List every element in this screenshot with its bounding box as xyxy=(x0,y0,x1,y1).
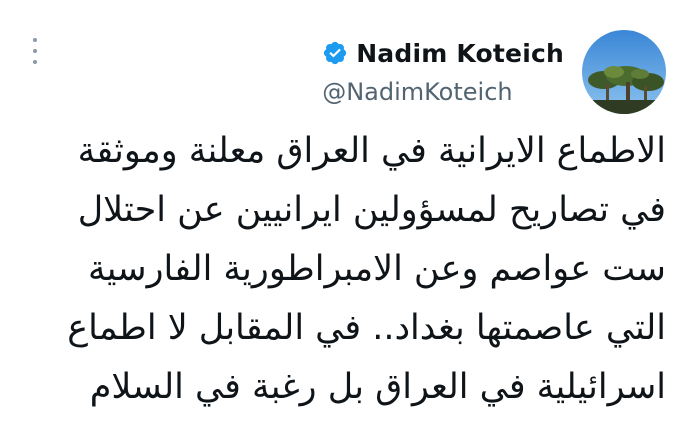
tweet-line: ست عواصم وعن الامبراطورية الفارسية xyxy=(87,249,666,289)
tweet-line: التي عاصمتها بغداد.. في المقابل لا اطماع xyxy=(67,308,666,348)
author-handle[interactable]: @NadimKoteich xyxy=(322,78,512,106)
author-names: Nadim Koteich @NadimKoteich xyxy=(322,39,564,106)
author-display-name[interactable]: Nadim Koteich xyxy=(356,39,564,68)
display-name-row[interactable]: Nadim Koteich xyxy=(322,39,564,68)
more-dot xyxy=(33,60,37,64)
more-options-button[interactable] xyxy=(24,36,46,66)
verified-badge-icon xyxy=(324,41,347,65)
more-dot xyxy=(33,49,37,53)
tweet-author-header: Nadim Koteich @NadimKoteich xyxy=(322,28,666,116)
tweet-line: اسرائيلية في العراق بل رغبة في السلام xyxy=(89,367,666,407)
tweet-line: في تصاريح لمسؤولين ايرانيين عن احتلال xyxy=(77,190,666,230)
tweet-text: الاطماع الايرانية في العراق معلنة وموثقة… xyxy=(26,122,666,417)
more-dot xyxy=(33,38,37,42)
author-avatar[interactable] xyxy=(582,30,666,114)
avatar-image xyxy=(582,30,666,114)
tweet-line: الاطماع الايرانية في العراق معلنة وموثقة xyxy=(77,131,666,171)
